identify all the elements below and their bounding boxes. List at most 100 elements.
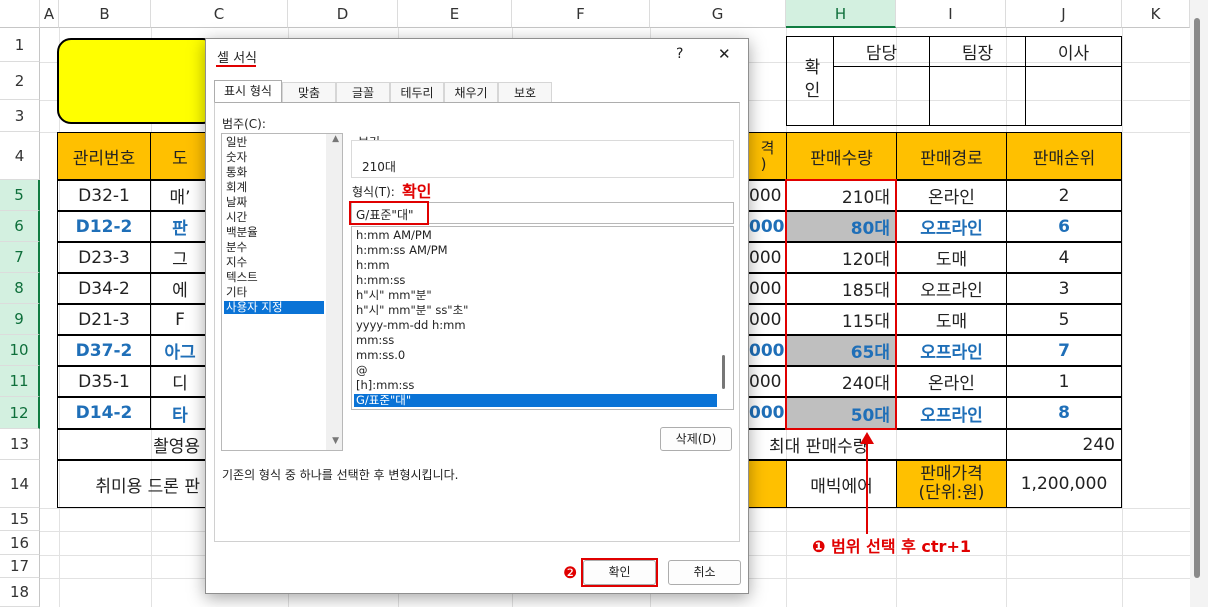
format-item[interactable]: h:mm AM/PM — [354, 229, 717, 242]
cell-route[interactable]: 도매 — [896, 304, 1007, 335]
format-item[interactable]: mm:ss.0 — [354, 349, 717, 362]
cell-name[interactable]: 아그 — [150, 335, 210, 366]
cell-id[interactable]: D23-3 — [57, 242, 151, 273]
cell-route[interactable]: 도매 — [896, 242, 1007, 273]
vertical-scrollbar-thumb[interactable] — [1194, 18, 1200, 578]
cell-name[interactable]: 타 — [150, 397, 210, 429]
row-header-16[interactable]: 16 — [0, 531, 40, 555]
cell-price[interactable]: 000 — [748, 242, 787, 273]
help-icon[interactable]: ? — [676, 46, 683, 62]
select-all-corner[interactable] — [0, 0, 40, 28]
cell-route[interactable]: 오프라인 — [896, 211, 1007, 242]
cell-route[interactable]: 오프라인 — [896, 397, 1007, 429]
row-header-11[interactable]: 11 — [0, 366, 40, 397]
col-header-h[interactable]: H — [786, 0, 896, 28]
format-item[interactable]: h:mm — [354, 259, 717, 272]
format-item[interactable]: h:mm:ss AM/PM — [354, 244, 717, 257]
cell-rank[interactable]: 5 — [1006, 304, 1122, 335]
cell-id[interactable]: D32-1 — [57, 180, 151, 211]
col-header-d[interactable]: D — [288, 0, 398, 28]
category-item[interactable]: 텍스트 — [224, 271, 324, 284]
col-header-k[interactable]: K — [1122, 0, 1190, 28]
col-header-b[interactable]: B — [59, 0, 151, 28]
cell-id[interactable]: D21-3 — [57, 304, 151, 335]
max-qty-value[interactable]: 240 — [1006, 429, 1122, 460]
format-item[interactable]: h"시" mm"분" ss"초" — [354, 304, 717, 317]
approval-sign-leader[interactable] — [929, 66, 1026, 126]
category-item[interactable]: 분수 — [224, 241, 324, 254]
row-header-7[interactable]: 7 — [0, 242, 40, 273]
cell-rank[interactable]: 2 — [1006, 180, 1122, 211]
tab-number[interactable]: 표시 형식 — [214, 80, 282, 102]
cell-price[interactable]: 000 — [748, 273, 787, 304]
col-header-c[interactable]: C — [151, 0, 288, 28]
cell-price[interactable]: 000 — [748, 304, 787, 335]
tab-alignment[interactable]: 맞춤 — [282, 82, 336, 102]
row-header-2[interactable]: 2 — [0, 62, 40, 100]
row-header-5[interactable]: 5 — [0, 180, 40, 211]
col-header-g[interactable]: G — [650, 0, 786, 28]
cell-name[interactable]: F — [150, 304, 210, 335]
format-item[interactable]: h:mm:ss — [354, 274, 717, 287]
row-header-18[interactable]: 18 — [0, 578, 40, 607]
cell-route[interactable]: 온라인 — [896, 366, 1007, 397]
row-header-12[interactable]: 12 — [0, 397, 40, 429]
cell-rank[interactable]: 4 — [1006, 242, 1122, 273]
category-list-scrollbar[interactable] — [326, 134, 342, 450]
format-item[interactable]: h"시" mm"분" — [354, 289, 717, 302]
cell-price[interactable]: 000 — [748, 397, 787, 429]
cell-name[interactable]: 디 — [150, 366, 210, 397]
format-item[interactable]: [h]:mm:ss — [354, 379, 717, 392]
col-header-a[interactable]: A — [40, 0, 59, 28]
close-icon[interactable]: ✕ — [718, 45, 731, 63]
cell-route[interactable]: 오프라인 — [896, 335, 1007, 366]
cell-name[interactable]: 에 — [150, 273, 210, 304]
cell-rank[interactable]: 6 — [1006, 211, 1122, 242]
row-header-3[interactable]: 3 — [0, 100, 40, 132]
category-list[interactable]: 일반 숫자 통화 회계 날짜 시간 백분율 분수 지수 텍스트 기타 사용자 지정 ▲ ▼ — [221, 133, 343, 451]
product-name[interactable]: 매빅에어 — [786, 460, 897, 508]
cell-route[interactable]: 온라인 — [896, 180, 1007, 211]
tab-font[interactable]: 글꼴 — [336, 82, 390, 102]
col-header-j[interactable]: J — [1006, 0, 1122, 28]
cell-id[interactable]: D37-2 — [57, 335, 151, 366]
cell-rank[interactable]: 3 — [1006, 273, 1122, 304]
row-header-13[interactable]: 13 — [0, 429, 40, 460]
format-list-scroll-thumb[interactable] — [722, 355, 725, 389]
tab-border[interactable]: 테두리 — [390, 82, 444, 102]
col-header-i[interactable]: I — [896, 0, 1006, 28]
cell-route[interactable]: 오프라인 — [896, 273, 1007, 304]
category-item[interactable]: 일반 — [224, 136, 324, 149]
format-item[interactable]: yyyy-mm-dd h:mm — [354, 319, 717, 332]
category-item[interactable]: 회계 — [224, 181, 324, 194]
row-header-1[interactable]: 1 — [0, 28, 40, 62]
category-item[interactable]: 사용자 지정 — [224, 301, 324, 314]
cell-rank[interactable]: 8 — [1006, 397, 1122, 429]
col-header-f[interactable]: F — [512, 0, 650, 28]
cell-name[interactable]: 판 — [150, 211, 210, 242]
row-header-15[interactable]: 15 — [0, 508, 40, 531]
category-item[interactable]: 지수 — [224, 256, 324, 269]
format-item[interactable]: G/표준"대" — [354, 394, 717, 407]
category-item[interactable]: 통화 — [224, 166, 324, 179]
col-header-e[interactable]: E — [398, 0, 512, 28]
format-item[interactable]: @ — [354, 364, 717, 377]
tab-protection[interactable]: 보호 — [498, 82, 552, 102]
category-item[interactable]: 시간 — [224, 211, 324, 224]
cell-rank[interactable]: 1 — [1006, 366, 1122, 397]
cell-rank[interactable]: 7 — [1006, 335, 1122, 366]
category-item[interactable]: 백분율 — [224, 226, 324, 239]
row-header-14[interactable]: 14 — [0, 460, 40, 508]
row-header-17[interactable]: 17 — [0, 555, 40, 578]
format-list[interactable]: h:mm AM/PM h:mm:ss AM/PM h:mm h:mm:ss h"시" m… — [351, 226, 734, 410]
cell-id[interactable]: D12-2 — [57, 211, 151, 242]
cancel-button[interactable]: 취소 — [668, 560, 741, 585]
delete-button[interactable]: 삭제(D) — [660, 427, 732, 451]
cell-price[interactable]: 000 — [748, 366, 787, 397]
cell-id[interactable]: D14-2 — [57, 397, 151, 429]
category-item[interactable]: 숫자 — [224, 151, 324, 164]
scroll-down-icon[interactable]: ▼ — [332, 436, 339, 446]
cell-name[interactable]: 그 — [150, 242, 210, 273]
cell-price[interactable]: 000 — [748, 335, 787, 366]
category-item[interactable]: 날짜 — [224, 196, 324, 209]
